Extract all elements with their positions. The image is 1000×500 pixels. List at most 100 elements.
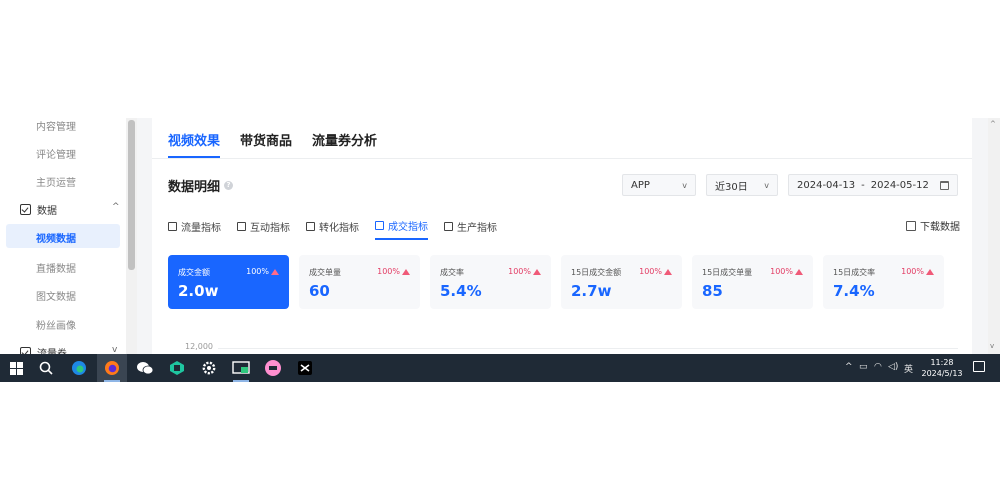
platform-select[interactable]: APP v xyxy=(622,174,696,196)
metric-tab-label: 成交指标 xyxy=(388,222,428,233)
volume-icon[interactable]: ◁) xyxy=(888,362,898,372)
like-icon xyxy=(237,222,246,231)
period-select[interactable]: 近30日 v xyxy=(706,174,778,196)
top-tabs: 视频效果 带货商品 流量券分析 xyxy=(168,130,377,158)
metric-card-deal-amount[interactable]: 成交金额 100% 2.0w xyxy=(168,255,289,309)
deal-icon xyxy=(375,221,384,230)
chevron-down-icon: v xyxy=(682,180,687,190)
chart-gridline xyxy=(218,348,958,349)
tabs-divider xyxy=(152,158,972,159)
metric-card-label: 成交单量 xyxy=(309,268,341,277)
metric-tab-deal[interactable]: 成交指标 xyxy=(375,218,428,240)
clock-date: 2024/5/13 xyxy=(921,369,963,378)
sidebar: 内容管理 评论管理 主页运营 数据 ^ 视频数据 直播数据 图文数据 粉丝画像 … xyxy=(0,118,126,360)
taskbar: ^ ▭ ◠ ◁) 英 11:28 2024/5/13 xyxy=(0,354,1000,382)
metric-card-value: 85 xyxy=(702,282,723,300)
tab-video-effect[interactable]: 视频效果 xyxy=(168,130,221,158)
capcut-icon[interactable] xyxy=(296,359,314,377)
clock-time: 11:28 xyxy=(930,358,954,367)
platform-select-value: APP xyxy=(631,179,650,191)
sidebar-group-label: 数据 xyxy=(37,206,57,217)
metric-card-deal-orders[interactable]: 成交单量 100% 60 xyxy=(299,255,420,309)
metric-card-label: 15日成交单量 xyxy=(702,268,753,277)
sidebar-item-fans[interactable]: 粉丝画像 xyxy=(36,317,76,332)
date-end[interactable]: 2024-05-12 xyxy=(871,180,929,191)
metric-card-change: 100% xyxy=(770,267,803,276)
download-icon xyxy=(906,220,916,231)
metric-card-15d-rate[interactable]: 15日成交率 100% 7.4% xyxy=(823,255,944,309)
sidebar-item-homepage[interactable]: 主页运营 xyxy=(36,174,76,189)
calendar-icon[interactable] xyxy=(940,180,949,190)
download-label: 下载数据 xyxy=(920,222,960,233)
download-button[interactable]: 下载数据 xyxy=(906,218,960,233)
metric-card-label: 15日成交率 xyxy=(833,268,876,277)
date-start[interactable]: 2024-04-13 xyxy=(797,180,855,191)
tab-products[interactable]: 带货商品 xyxy=(240,130,292,158)
sidebar-item-content-manage[interactable]: 内容管理 xyxy=(36,118,76,133)
wechat-icon[interactable] xyxy=(136,359,154,377)
sidebar-item-label: 视频数据 xyxy=(36,234,76,245)
up-arrow-icon xyxy=(664,268,672,275)
app-badge-icon[interactable] xyxy=(264,359,282,377)
sidebar-item-image-data[interactable]: 图文数据 xyxy=(36,288,76,303)
scroll-down-icon[interactable]: v xyxy=(990,342,994,350)
sidebar-item-label: 图文数据 xyxy=(36,292,76,303)
metric-card-value: 5.4% xyxy=(440,282,482,300)
sidebar-item-label: 粉丝画像 xyxy=(36,321,76,332)
scroll-up-icon[interactable]: ^ xyxy=(990,120,996,128)
metric-tab-label: 流量指标 xyxy=(181,223,221,234)
chevron-down-icon: v xyxy=(764,180,769,190)
search-icon[interactable] xyxy=(37,359,55,377)
metric-card-15d-orders[interactable]: 15日成交单量 100% 85 xyxy=(692,255,813,309)
metric-tab-interaction[interactable]: 互动指标 xyxy=(237,218,290,240)
tab-traffic-coupon[interactable]: 流量券分析 xyxy=(312,130,377,158)
metric-card-change: 100% xyxy=(639,267,672,276)
settings-gear-icon[interactable] xyxy=(200,359,218,377)
metric-card-value: 2.7w xyxy=(571,282,612,300)
sidebar-scrollbar[interactable] xyxy=(126,118,137,354)
tray-expand-icon[interactable]: ^ xyxy=(845,362,853,372)
sidebar-item-label: 内容管理 xyxy=(36,122,76,133)
metric-card-deal-rate[interactable]: 成交率 100% 5.4% xyxy=(430,255,551,309)
sidebar-group-data[interactable]: 数据 xyxy=(20,202,57,217)
metric-card-value: 7.4% xyxy=(833,282,875,300)
metric-tabs: 流量指标 互动指标 转化指标 成交指标 生产指标 xyxy=(168,218,497,240)
wifi-icon[interactable]: ◠ xyxy=(874,362,882,372)
section-title-text: 数据明细 xyxy=(168,180,221,195)
metric-tab-conversion[interactable]: 转化指标 xyxy=(306,218,359,240)
firefox-icon[interactable] xyxy=(103,359,121,377)
notification-icon[interactable] xyxy=(973,361,985,372)
system-clock[interactable]: 11:28 2024/5/13 xyxy=(918,357,966,379)
metric-card-label: 15日成交金额 xyxy=(571,268,622,277)
pen-icon xyxy=(444,222,453,231)
metric-cards: 成交金额 100% 2.0w 成交单量 100% 60 成交率 100% 5.4… xyxy=(168,255,944,309)
screen-app-icon[interactable] xyxy=(232,359,250,377)
metric-card-label: 成交率 xyxy=(440,268,464,277)
flow-icon xyxy=(168,222,177,231)
chevron-up-icon[interactable]: ^ xyxy=(112,202,120,212)
up-arrow-icon xyxy=(795,268,803,275)
date-separator: - xyxy=(861,179,865,191)
sidebar-item-comments[interactable]: 评论管理 xyxy=(36,146,76,161)
scrollbar-thumb[interactable] xyxy=(128,120,135,270)
date-range-picker[interactable]: 2024-04-13 - 2024-05-12 xyxy=(788,174,958,196)
metric-card-label: 成交金额 xyxy=(178,268,210,277)
screen: 内容管理 评论管理 主页运营 数据 ^ 视频数据 直播数据 图文数据 粉丝画像 … xyxy=(0,118,1000,382)
edge-browser-icon[interactable] xyxy=(70,359,88,377)
app-cube-icon[interactable] xyxy=(168,359,186,377)
funnel-icon xyxy=(306,222,315,231)
sidebar-item-live-data[interactable]: 直播数据 xyxy=(36,260,76,275)
input-language[interactable]: 英 xyxy=(904,362,913,375)
help-icon[interactable]: ? xyxy=(224,181,234,190)
metric-tab-label: 转化指标 xyxy=(319,223,359,234)
metric-tab-label: 互动指标 xyxy=(250,223,290,234)
page-scrollbar[interactable]: ^ v xyxy=(988,118,1000,354)
metric-tab-traffic[interactable]: 流量指标 xyxy=(168,218,221,240)
sidebar-item-video-data[interactable]: 视频数据 xyxy=(6,224,120,248)
up-arrow-icon xyxy=(271,268,279,275)
taskbar-app-indicator xyxy=(233,380,249,382)
windows-start-icon[interactable] xyxy=(7,359,25,377)
battery-icon[interactable]: ▭ xyxy=(859,362,868,372)
metric-tab-production[interactable]: 生产指标 xyxy=(444,218,497,240)
metric-card-15d-amount[interactable]: 15日成交金额 100% 2.7w xyxy=(561,255,682,309)
